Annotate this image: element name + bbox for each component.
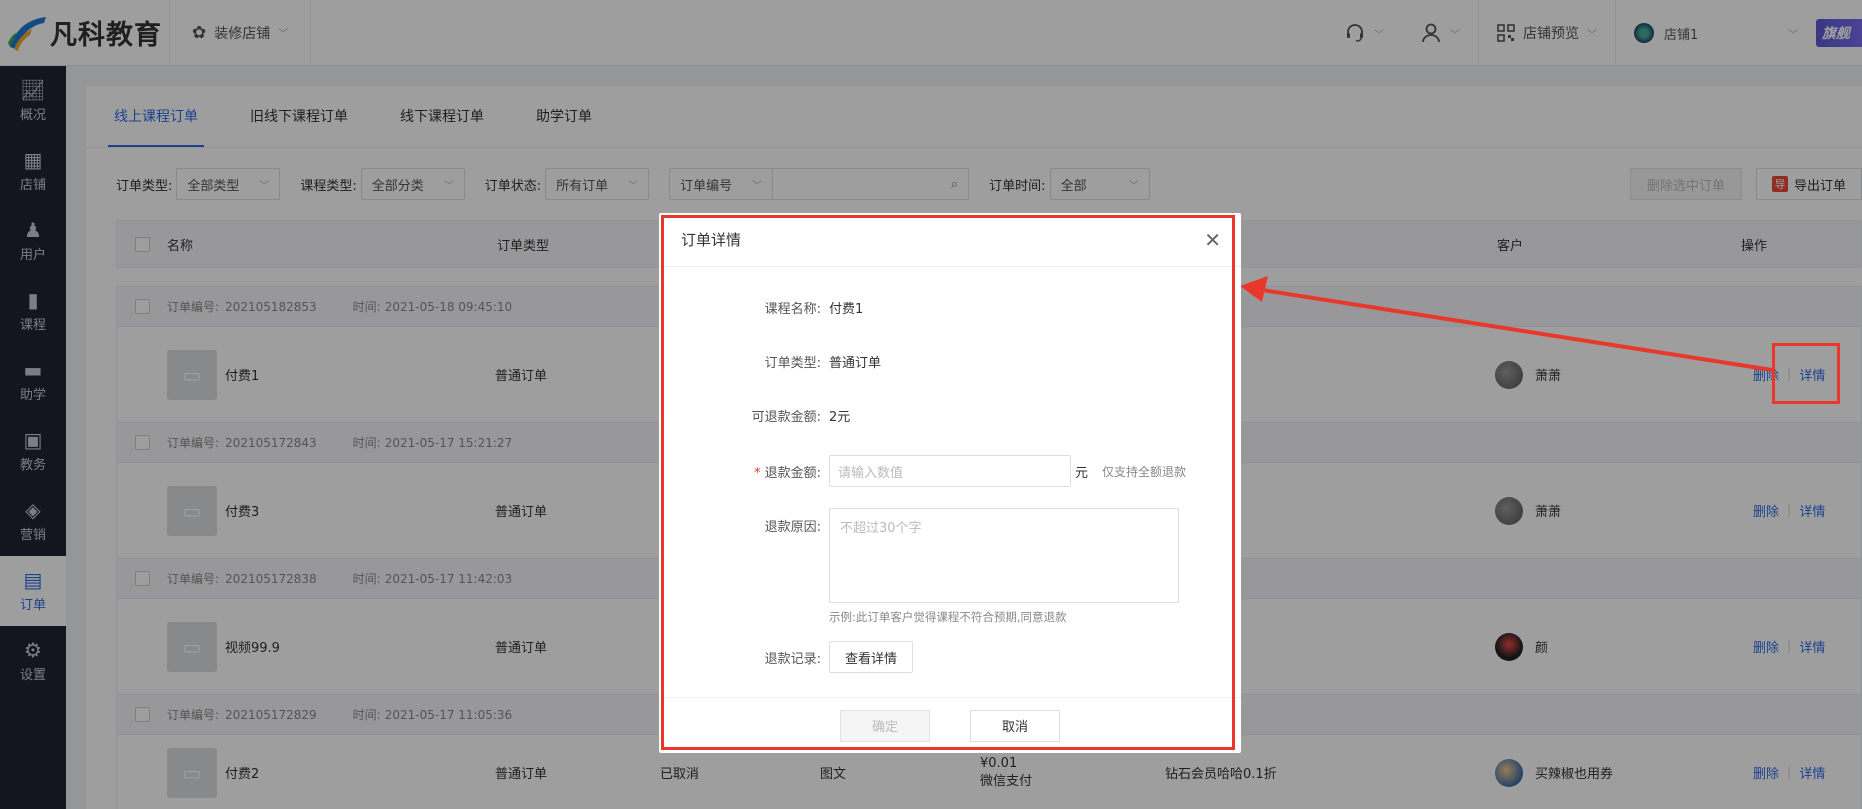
reason-example: 示例:此订单客户觉得课程不符合预期,同意退款 xyxy=(829,610,1067,624)
refund-amount-input[interactable]: 请输入数值 xyxy=(829,455,1071,487)
order-type-label: 订单类型: xyxy=(764,356,821,371)
refundable-value: 2元 xyxy=(829,410,851,425)
dialog-title: 订单详情 xyxy=(681,231,742,249)
order-type-value: 普通订单 xyxy=(829,356,882,371)
confirm-button[interactable]: 确定 xyxy=(840,709,930,742)
refund-hint: 仅支持全额退款 xyxy=(1102,464,1187,479)
close-icon[interactable]: ✕ xyxy=(1204,228,1221,252)
reason-label: 退款原因: xyxy=(764,520,821,535)
refundable-label: 可退款金额: xyxy=(751,410,821,425)
required-mark: * xyxy=(754,465,761,481)
course-name-label: 课程名称: xyxy=(764,302,821,317)
refund-reason-textarea[interactable]: 不超过30个字 xyxy=(829,508,1179,603)
detail-highlight-box xyxy=(1772,343,1840,404)
refund-record-label: 退款记录: xyxy=(764,651,821,667)
refund-amount-label: 退款金额: xyxy=(764,465,821,481)
order-detail-dialog: 订单详情 ✕ 课程名称: 付费1 订单类型: 普通订单 可退款金额: 2元 * 退… xyxy=(659,213,1241,753)
view-record-button[interactable]: 查看详情 xyxy=(829,641,914,673)
cancel-button[interactable]: 取消 xyxy=(970,709,1060,742)
refund-unit: 元 xyxy=(1075,465,1089,481)
course-name-value: 付费1 xyxy=(829,302,864,317)
